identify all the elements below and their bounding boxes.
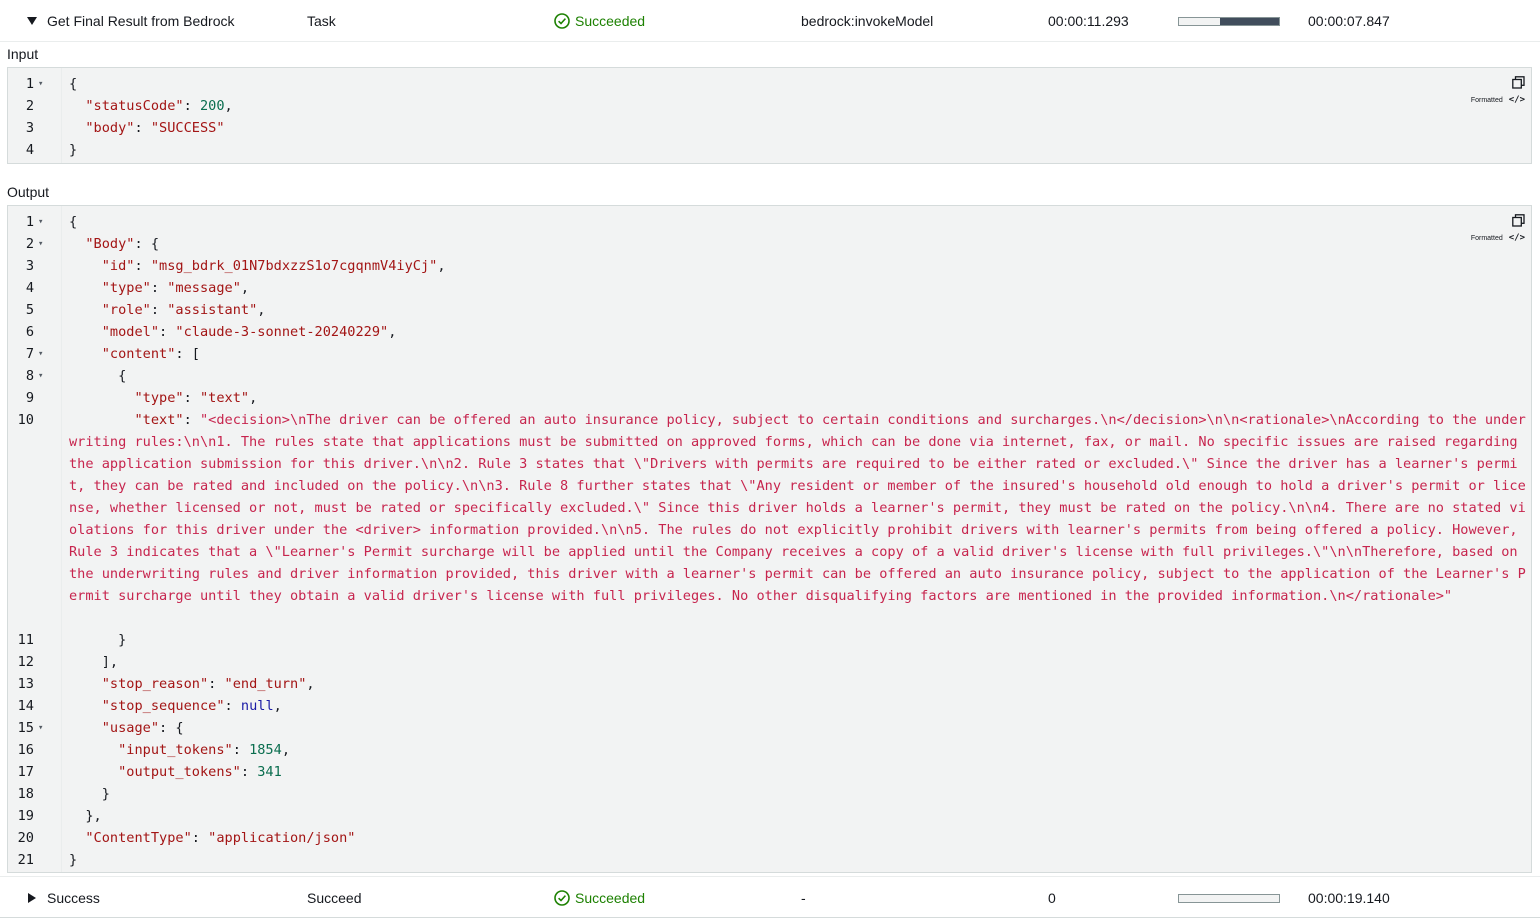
input-code-editor[interactable]: 1 ▾{ 2 "statusCode": 200, 3 "body": "SUCC… [7, 67, 1532, 164]
formatted-label: Formatted [1470, 96, 1503, 104]
input-label: Input [7, 46, 39, 62]
editor-tools: Formatted </> [1471, 214, 1525, 243]
state-type: Succeed [307, 890, 362, 906]
fold-arrow-icon[interactable]: ▾ [38, 73, 43, 95]
expand-caret-icon[interactable] [27, 0, 37, 42]
formatted-label: Formatted [1470, 234, 1503, 242]
status-text: Succeeded [575, 890, 646, 906]
fold-arrow-icon[interactable]: ▾ [38, 365, 43, 387]
fold-arrow-icon[interactable]: ▾ [38, 343, 43, 365]
editor-tools: Formatted </> [1471, 76, 1525, 105]
state-row-get-final-result[interactable]: Get Final Result from Bedrock Task Succe… [0, 0, 1540, 42]
timeline-bar [1178, 877, 1280, 919]
timeline-bar [1178, 0, 1280, 42]
copy-icon[interactable] [1512, 76, 1525, 89]
state-type: Task [307, 13, 336, 29]
duration: 00:00:19.140 [1308, 890, 1390, 906]
check-circle-icon [554, 890, 570, 906]
fold-arrow-icon[interactable]: ▾ [38, 233, 43, 255]
status-badge: Succeeded [554, 877, 645, 919]
expand-caret-icon[interactable] [28, 877, 36, 919]
check-circle-icon [554, 13, 570, 29]
resource-link[interactable]: bedrock:invokeModel [801, 0, 933, 42]
text-value: "text": "<decision>\nThe driver can be o… [69, 412, 1526, 604]
output-code-editor[interactable]: 1 ▾{ 2 ▾ "Body": { 3 "id": "msg_bdrk_01N7b… [7, 205, 1532, 873]
state-name: Success [47, 890, 100, 906]
fold-arrow-icon[interactable]: ▾ [38, 211, 43, 233]
status-text: Succeeded [575, 13, 646, 29]
resource-link: - [801, 890, 806, 906]
duration: 00:00:07.847 [1308, 13, 1390, 29]
state-row-success[interactable]: Success Succeed Succeeded - 0 00:00:19.1… [0, 876, 1540, 918]
code-view-icon[interactable]: </> [1509, 95, 1525, 105]
fold-arrow-icon[interactable]: ▾ [38, 717, 43, 739]
started-after: 00:00:11.293 [1048, 13, 1129, 29]
status-badge: Succeeded [554, 0, 645, 42]
copy-icon[interactable] [1512, 214, 1525, 227]
state-name: Get Final Result from Bedrock [47, 13, 235, 29]
started-after: 0 [1048, 890, 1056, 906]
output-label: Output [7, 184, 50, 200]
code-view-icon[interactable]: </> [1509, 233, 1525, 243]
